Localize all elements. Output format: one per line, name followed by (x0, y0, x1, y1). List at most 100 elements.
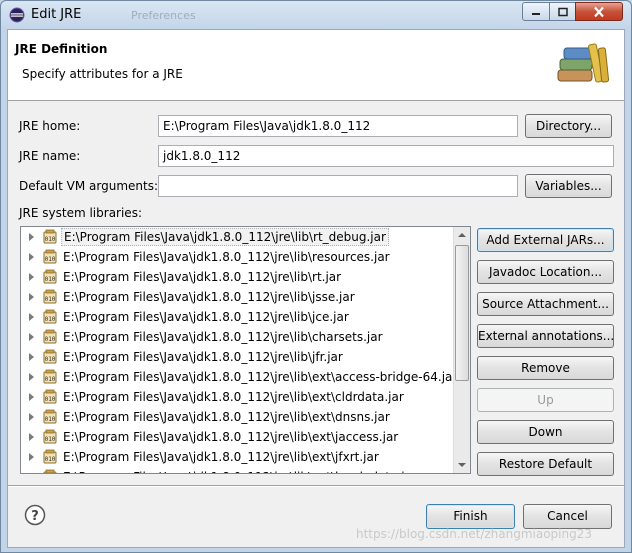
jar-icon: 010 (43, 349, 57, 364)
restore-default-button[interactable]: Restore Default (477, 452, 614, 476)
svg-text:010: 010 (45, 256, 56, 263)
library-path: E:\Program Files\Java\jdk1.8.0_112\jre\l… (63, 410, 390, 424)
expand-arrow-icon[interactable] (29, 233, 34, 241)
books-icon (557, 43, 610, 83)
libraries-tree[interactable]: 010 E:\Program Files\Java\jdk1.8.0_112\jr… (20, 226, 471, 474)
background-window-title: Preferences (131, 9, 196, 22)
scroll-down-icon[interactable] (458, 463, 466, 467)
jar-icon: 010 (43, 249, 57, 264)
variables-button[interactable]: Variables... (525, 174, 612, 198)
library-row[interactable]: 010 E:\Program Files\Java\jdk1.8.0_112\jr… (21, 287, 453, 307)
svg-text:010: 010 (45, 396, 56, 403)
library-row[interactable]: 010 E:\Program Files\Java\jdk1.8.0_112\jr… (21, 307, 453, 327)
close-button[interactable] (575, 2, 623, 21)
expand-arrow-icon[interactable] (29, 393, 34, 401)
cancel-button[interactable]: Cancel (523, 504, 612, 529)
svg-text:010: 010 (45, 416, 56, 423)
expand-arrow-icon[interactable] (29, 433, 34, 441)
scroll-thumb[interactable] (455, 245, 469, 381)
library-row[interactable]: 010 E:\Program Files\Java\jdk1.8.0_112\jr… (21, 387, 453, 407)
dialog-header: JRE Definition Specify attributes for a … (8, 30, 624, 101)
svg-text:010: 010 (45, 316, 56, 323)
library-path: E:\Program Files\Java\jdk1.8.0_112\jre\l… (63, 250, 390, 264)
close-icon (594, 6, 604, 17)
remove-button[interactable]: Remove (477, 356, 614, 380)
expand-arrow-icon[interactable] (29, 413, 34, 421)
library-path: E:\Program Files\Java\jdk1.8.0_112\jre\l… (63, 270, 342, 284)
maximize-icon (557, 7, 568, 16)
library-row[interactable]: 010 E:\Program Files\Java\jdk1.8.0_112\jr… (21, 227, 453, 247)
svg-text:010: 010 (45, 336, 56, 343)
help-icon[interactable]: ? (24, 504, 46, 526)
vm-args-label: Default VM arguments: (19, 179, 159, 193)
svg-text:010: 010 (45, 356, 56, 363)
libraries-label: JRE system libraries: (19, 206, 142, 220)
jar-icon: 010 (43, 229, 57, 244)
jar-icon: 010 (43, 389, 57, 404)
down-button[interactable]: Down (477, 420, 614, 444)
expand-arrow-icon[interactable] (29, 373, 34, 381)
edit-jre-dialog: Edit JRE Preferences JRE Definition Spec… (0, 0, 632, 553)
header-subtitle: Specify attributes for a JRE (22, 67, 183, 81)
library-path: E:\Program Files\Java\jdk1.8.0_112\jre\l… (63, 370, 458, 384)
watermark-text: https://blog.csdn.net/zhangmiaoping23 (356, 527, 593, 541)
eclipse-icon (9, 7, 25, 23)
jar-icon: 010 (43, 429, 57, 444)
svg-text:?: ? (31, 509, 39, 524)
jre-home-label: JRE home: (19, 119, 81, 133)
jar-icon: 010 (43, 409, 57, 424)
svg-text:010: 010 (45, 456, 56, 463)
minimize-button[interactable] (522, 2, 550, 21)
library-row[interactable]: 010 E:\Program Files\Java\jdk1.8.0_112\jr… (21, 327, 453, 347)
finish-button[interactable]: Finish (426, 504, 515, 529)
library-row[interactable]: 010 E:\Program Files\Java\jdk1.8.0_112\jr… (21, 447, 453, 467)
svg-text:010: 010 (45, 376, 56, 383)
maximize-button[interactable] (549, 2, 576, 21)
title-bar[interactable]: Edit JRE Preferences (1, 1, 631, 29)
source-attachment-button[interactable]: Source Attachment... (477, 292, 614, 316)
library-path: E:\Program Files\Java\jdk1.8.0_112\jre\l… (63, 350, 343, 364)
library-path: E:\Program Files\Java\jdk1.8.0_112\jre\l… (63, 290, 355, 304)
javadoc-location-button[interactable]: Javadoc Location... (477, 260, 614, 284)
expand-arrow-icon[interactable] (29, 453, 34, 461)
library-path: E:\Program Files\Java\jdk1.8.0_112\jre\l… (63, 330, 383, 344)
libraries-scrollbar[interactable] (453, 227, 470, 473)
jar-icon: 010 (43, 449, 57, 464)
up-button[interactable]: Up (477, 388, 614, 412)
library-path: E:\Program Files\Java\jdk1.8.0_112\jre\l… (63, 390, 404, 404)
minimize-icon (532, 12, 540, 15)
library-path: E:\Program Files\Java\jdk1.8.0_112\jre\l… (61, 228, 389, 246)
library-path: E:\Program Files\Java\jdk1.8.0_112\jre\l… (63, 450, 379, 464)
scroll-up-icon[interactable] (458, 233, 466, 237)
expand-arrow-icon[interactable] (29, 353, 34, 361)
window-title: Edit JRE (31, 7, 82, 22)
library-row[interactable]: 010 E:\Program Files\Java\jdk1.8.0_112\jr… (21, 247, 453, 267)
expand-arrow-icon[interactable] (29, 293, 34, 301)
vm-args-input[interactable] (158, 175, 518, 197)
expand-arrow-icon[interactable] (29, 313, 34, 321)
directory-button[interactable]: Directory... (525, 114, 612, 138)
jar-icon: 010 (43, 469, 57, 473)
svg-text:010: 010 (45, 276, 56, 283)
svg-text:010: 010 (45, 436, 56, 443)
expand-arrow-icon[interactable] (29, 273, 34, 281)
jar-icon: 010 (43, 329, 57, 344)
jre-name-input[interactable]: jdk1.8.0_112 (158, 145, 614, 167)
library-row[interactable]: 010 E:\Program Files\Java\jdk1.8.0_112\jr… (21, 367, 457, 387)
jre-name-label: JRE name: (19, 149, 81, 163)
expand-arrow-icon[interactable] (29, 473, 34, 474)
jar-icon: 010 (43, 289, 57, 304)
library-row[interactable]: 010 E:\Program Files\Java\jdk1.8.0_112\jr… (21, 407, 453, 427)
footer-separator (8, 485, 624, 487)
svg-text:010: 010 (45, 236, 56, 243)
library-row[interactable]: 010 E:\Program Files\Java\jdk1.8.0_112\jr… (21, 427, 453, 447)
jre-home-input[interactable]: E:\Program Files\Java\jdk1.8.0_112 (158, 115, 518, 137)
library-row[interactable]: 010 E:\Program Files\Java\jdk1.8.0_112\jr… (21, 347, 453, 367)
library-row[interactable]: 010 E:\Program Files\Java\jdk1.8.0_112\jr… (21, 467, 453, 474)
expand-arrow-icon[interactable] (29, 333, 34, 341)
expand-arrow-icon[interactable] (29, 253, 34, 261)
add-external-jars-button[interactable]: Add External JARs... (477, 228, 614, 252)
jar-icon: 010 (43, 369, 57, 384)
external-annotations-button[interactable]: External annotations... (477, 324, 614, 348)
library-row[interactable]: 010 E:\Program Files\Java\jdk1.8.0_112\jr… (21, 267, 453, 287)
